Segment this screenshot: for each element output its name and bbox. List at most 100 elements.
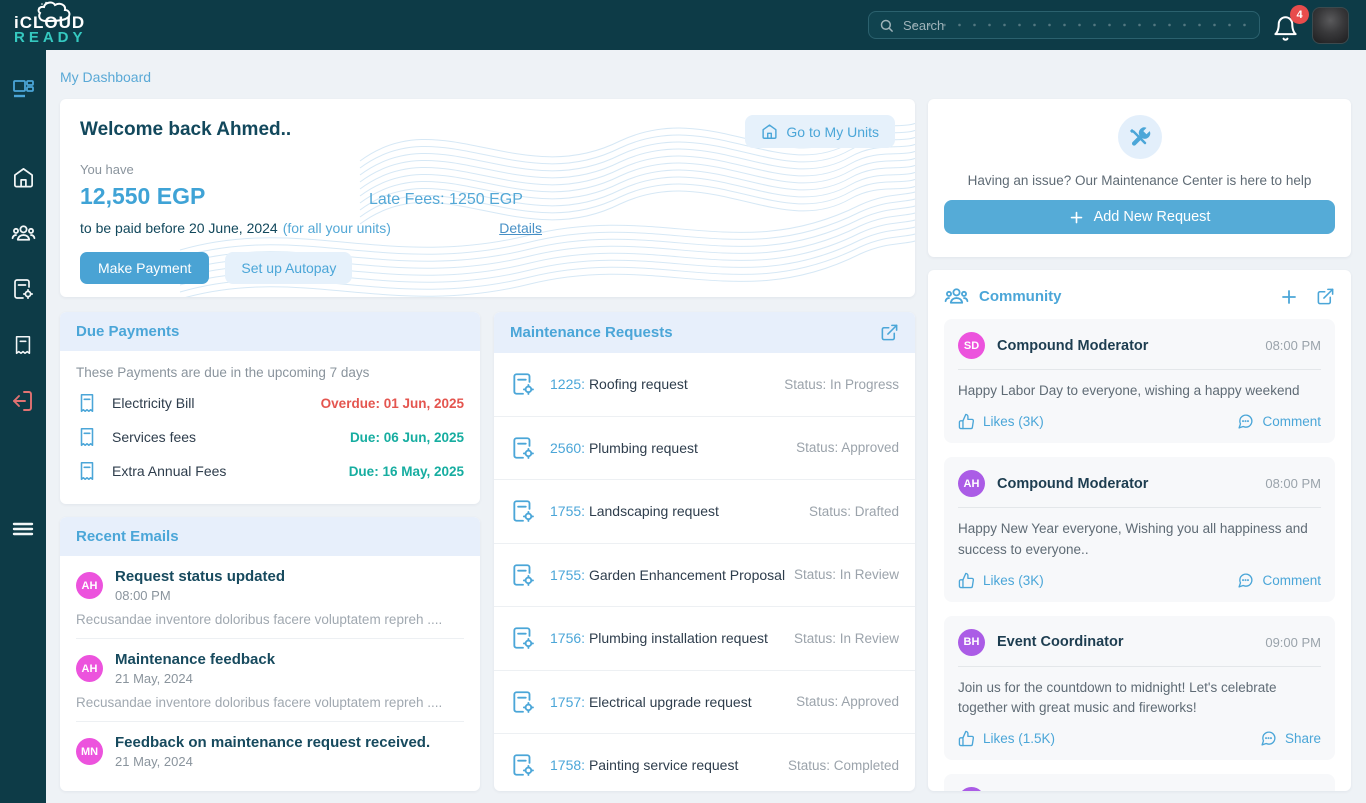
home-icon [12,166,35,189]
post-time: 08:00 PM [1265,476,1321,491]
receipt-icon [76,392,98,414]
sidebar-item-logout[interactable] [0,378,46,424]
request-name: Electrical upgrade request [589,694,752,710]
search-bar[interactable] [868,11,1260,39]
details-link[interactable]: Details [499,220,542,236]
comment-icon [1260,730,1277,747]
avatar: CH [958,787,985,791]
setup-autopay-button[interactable]: Set up Autopay [225,252,352,284]
main-content: My Dashboard [46,50,1366,803]
request-name: Painting service request [589,757,738,773]
sidebar-item-community[interactable] [0,210,46,256]
request-id: 1757: [550,694,585,710]
sidebar-item-documents[interactable] [0,322,46,368]
make-payment-button[interactable]: Make Payment [80,252,209,284]
logout-icon [11,389,35,413]
due-payment-row[interactable]: Services fees Due: 06 Jun, 2025 [76,420,464,454]
request-id: 1756: [550,630,585,646]
thumbs-up-icon [958,572,975,589]
request-id: 1758: [550,757,585,773]
request-status: Status: In Progress [784,377,899,392]
community-post: BH Event Coordinator 09:00 PM Join us fo… [944,616,1335,761]
open-community-button[interactable] [1316,287,1335,306]
recent-emails-card: Recent Emails AH Request status updated … [60,517,480,791]
comment-label: Comment [1262,414,1321,429]
request-icon [510,625,536,651]
due-payment-row[interactable]: Electricity Bill Overdue: 01 Jun, 2025 [76,386,464,420]
post-time: 09:00 PM [1265,635,1321,650]
community-icon [11,221,36,246]
community-post: AH Compound Moderator 08:00 PM Happy New… [944,457,1335,602]
maintenance-center-card: Having an issue? Our Maintenance Center … [928,99,1351,257]
sidebar-nav [0,50,46,803]
thumbs-up-icon [958,413,975,430]
add-post-button[interactable] [1280,288,1298,306]
add-new-request-button[interactable]: Add New Request [944,200,1335,234]
user-avatar[interactable] [1312,7,1349,44]
brand-logo[interactable]: iCLOUD READY [12,2,132,48]
post-body: Happy Labor Day to everyone, wishing a h… [958,381,1321,401]
comment-icon [1237,413,1254,430]
email-item[interactable]: MN Feedback on maintenance request recei… [60,722,480,769]
divider [958,666,1321,667]
community-title: Community [979,288,1062,305]
due-payment-row[interactable]: Extra Annual Fees Due: 16 May, 2025 [76,454,464,488]
maintenance-center-message: Having an issue? Our Maintenance Center … [944,173,1335,188]
likes-button[interactable]: Likes (3K) [958,413,1044,430]
go-to-units-button[interactable]: Go to My Units [745,115,895,148]
email-preview: Recusandae inventore doloribus facere vo… [76,612,464,639]
plus-icon [1069,210,1084,225]
comment-button[interactable]: Comment [1237,572,1321,589]
sidebar-item-home[interactable] [0,154,46,200]
likes-label: Likes (3K) [983,573,1044,588]
go-to-units-label: Go to My Units [786,124,879,140]
maintenance-request-row[interactable]: 2560: Plumbing request Status: Approved [494,417,915,481]
avatar: SD [958,332,985,359]
email-item[interactable]: AH Maintenance feedback 21 May, 2024 Rec… [60,639,480,722]
share-button[interactable]: Share [1260,730,1321,747]
post-author: Event Coordinator [997,634,1123,650]
payment-name: Extra Annual Fees [112,463,226,479]
maintenance-request-row[interactable]: 1225: Roofing request Status: In Progres… [494,353,915,417]
you-have-label: You have [80,162,895,177]
community-post: CH Guest Speaker 10:00 PM [944,774,1335,791]
email-subject: Feedback on maintenance request received… [115,734,430,751]
search-input[interactable] [903,18,1249,33]
welcome-title: Welcome back Ahmed.. [80,115,291,141]
recent-emails-title: Recent Emails [76,528,179,545]
due-payments-card: Due Payments These Payments are due in t… [60,312,480,504]
sidebar-item-dashboard[interactable] [0,66,46,112]
sidebar-menu-toggle[interactable] [0,506,46,552]
request-icon [510,752,536,778]
avatar: AH [76,572,103,599]
avatar: AH [76,655,103,682]
email-time: 21 May, 2024 [115,754,430,769]
maintenance-request-row[interactable]: 1756: Plumbing installation request Stat… [494,607,915,671]
avatar: BH [958,629,985,656]
comment-icon [1237,572,1254,589]
maintenance-request-row[interactable]: 1755: Landscaping request Status: Drafte… [494,480,915,544]
sidebar-item-requests[interactable] [0,266,46,312]
maintenance-request-row[interactable]: 1755: Garden Enhancement Proposal Status… [494,544,915,608]
notifications-button[interactable]: 4 [1272,9,1306,43]
email-item[interactable]: AH Request status updated 08:00 PM Recus… [60,556,480,639]
documents-icon [12,334,34,356]
email-time: 21 May, 2024 [115,671,275,686]
external-link-icon [1316,287,1335,306]
due-date-text: to be paid before 20 June, 2024 [80,220,278,236]
likes-button[interactable]: Likes (3K) [958,572,1044,589]
tools-icon-circle [1118,115,1162,159]
likes-label: Likes (1.5K) [983,731,1055,746]
maintenance-request-row[interactable]: 1758: Painting service request Status: C… [494,734,915,791]
comment-button[interactable]: Comment [1237,413,1321,430]
email-subject: Maintenance feedback [115,651,275,668]
maintenance-request-row[interactable]: 1757: Electrical upgrade request Status:… [494,671,915,735]
likes-button[interactable]: Likes (1.5K) [958,730,1055,747]
avatar: AH [958,470,985,497]
home-small-icon [761,123,778,140]
tools-icon [1128,125,1152,149]
due-date-note: (for all your units) [283,220,391,236]
breadcrumb[interactable]: My Dashboard [60,69,1351,85]
due-payments-subtitle: These Payments are due in the upcoming 7… [76,365,464,380]
open-requests-button[interactable] [880,323,899,342]
